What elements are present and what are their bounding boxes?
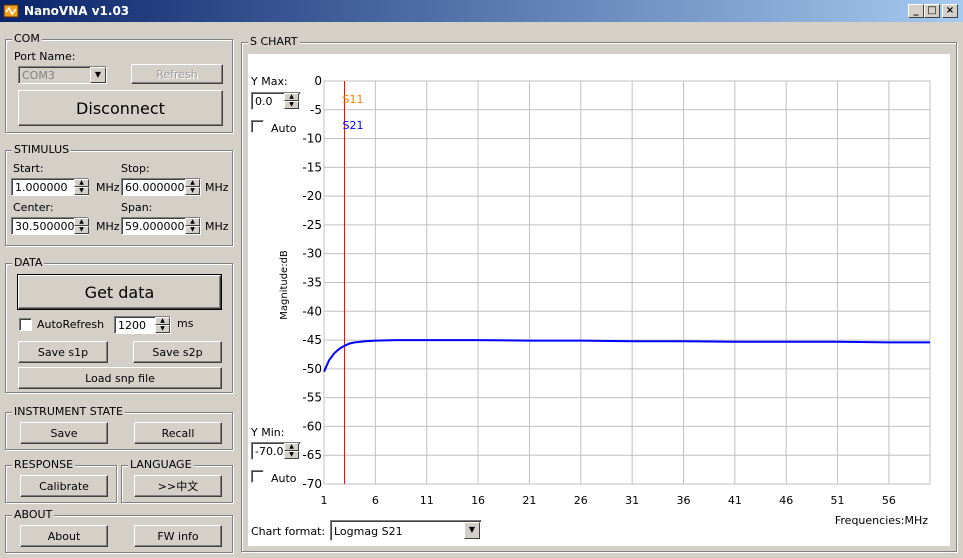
- language-group-label: LANGUAGE: [128, 458, 194, 471]
- chart-format-value: Logmag S21: [334, 525, 403, 538]
- spin-up-icon[interactable]: ▲: [284, 93, 299, 101]
- about-button[interactable]: About: [20, 525, 108, 547]
- app-icon: [3, 4, 19, 18]
- save-state-button[interactable]: Save: [20, 422, 108, 444]
- ymin-label: Y Min:: [251, 426, 285, 439]
- window-title: NanoVNA v1.03: [24, 4, 130, 18]
- close-button[interactable]: ×: [942, 4, 958, 18]
- response-group-label: RESPONSE: [12, 458, 76, 471]
- center-spinner[interactable]: ▲ ▼: [74, 218, 89, 234]
- center-value: 30.500000: [15, 220, 75, 233]
- span-spinner[interactable]: ▲ ▼: [185, 218, 200, 234]
- span-unit: MHz: [205, 220, 229, 233]
- chart-panel: [248, 54, 950, 546]
- center-unit: MHz: [96, 220, 120, 233]
- ymin-value: -70.0: [255, 445, 284, 458]
- ymin-auto-label[interactable]: Auto: [271, 472, 297, 485]
- start-spinner[interactable]: ▲ ▼: [74, 179, 89, 195]
- autorefresh-checkbox[interactable]: [19, 318, 32, 331]
- spin-down-icon[interactable]: ▼: [185, 226, 200, 234]
- ymax-spinner[interactable]: ▲ ▼: [284, 93, 299, 109]
- interval-spinner[interactable]: ▲ ▼: [155, 317, 170, 333]
- autorefresh-label[interactable]: AutoRefresh: [37, 318, 104, 331]
- stimulus-group-label: STIMULUS: [12, 143, 72, 156]
- stop-spinner[interactable]: ▲ ▼: [185, 179, 200, 195]
- spin-up-icon[interactable]: ▲: [284, 443, 299, 451]
- calibrate-button[interactable]: Calibrate: [20, 475, 108, 497]
- refresh-button[interactable]: Refresh: [131, 64, 223, 84]
- about-group-label: ABOUT: [12, 508, 55, 521]
- save-s2p-button[interactable]: Save s2p: [133, 341, 222, 363]
- span-value: 59.000000: [125, 220, 185, 233]
- start-unit: MHz: [96, 181, 120, 194]
- chart-format-label: Chart format:: [251, 525, 326, 538]
- start-label: Start:: [13, 162, 44, 175]
- spin-up-icon[interactable]: ▲: [74, 179, 89, 187]
- ymax-value: 0.0: [255, 95, 273, 108]
- disconnect-button[interactable]: Disconnect: [18, 90, 223, 126]
- chart-format-select[interactable]: Logmag S21: [330, 520, 482, 541]
- s-chart-group-label: S CHART: [248, 35, 300, 48]
- get-data-button[interactable]: Get data: [17, 274, 222, 310]
- language-button[interactable]: >>中文: [134, 475, 222, 497]
- ymax-auto-label[interactable]: Auto: [271, 122, 297, 135]
- spin-down-icon[interactable]: ▼: [284, 101, 299, 109]
- spin-down-icon[interactable]: ▼: [185, 187, 200, 195]
- start-value: 1.000000: [15, 181, 68, 194]
- instrument-state-group-label: INSTRUMENT STATE: [12, 405, 125, 418]
- spin-down-icon[interactable]: ▼: [155, 325, 170, 333]
- data-group-label: DATA: [12, 256, 45, 269]
- maximize-button[interactable]: □: [924, 4, 940, 18]
- port-dropdown-arrow-icon[interactable]: ▼: [90, 67, 106, 83]
- interval-unit: ms: [177, 317, 194, 330]
- port-name-value: COM3: [22, 69, 55, 82]
- port-name-label: Port Name:: [14, 50, 76, 63]
- stop-value: 60.000000: [125, 181, 185, 194]
- ymax-label: Y Max:: [251, 75, 288, 88]
- spin-up-icon[interactable]: ▲: [155, 317, 170, 325]
- spin-up-icon[interactable]: ▲: [185, 179, 200, 187]
- load-snp-button[interactable]: Load snp file: [18, 367, 222, 389]
- save-s1p-button[interactable]: Save s1p: [18, 341, 108, 363]
- ymin-spinner[interactable]: ▲ ▼: [284, 443, 299, 459]
- span-label: Span:: [121, 201, 153, 214]
- recall-button[interactable]: Recall: [134, 422, 222, 444]
- spin-down-icon[interactable]: ▼: [74, 187, 89, 195]
- interval-value: 1200: [118, 319, 146, 332]
- ymax-auto-checkbox[interactable]: [251, 120, 264, 133]
- com-group-label: COM: [12, 32, 42, 45]
- spin-up-icon[interactable]: ▲: [74, 218, 89, 226]
- spin-down-icon[interactable]: ▼: [284, 451, 299, 459]
- title-bar[interactable]: NanoVNA v1.03 _ □ ×: [0, 0, 963, 22]
- spin-up-icon[interactable]: ▲: [185, 218, 200, 226]
- fw-info-button[interactable]: FW info: [134, 525, 222, 547]
- ymin-auto-checkbox[interactable]: [251, 470, 264, 483]
- chart-format-dropdown-arrow-icon[interactable]: ▼: [464, 522, 480, 539]
- stop-unit: MHz: [205, 181, 229, 194]
- spin-down-icon[interactable]: ▼: [74, 226, 89, 234]
- minimize-button[interactable]: _: [908, 4, 924, 18]
- stop-label: Stop:: [121, 162, 150, 175]
- center-label: Center:: [13, 201, 54, 214]
